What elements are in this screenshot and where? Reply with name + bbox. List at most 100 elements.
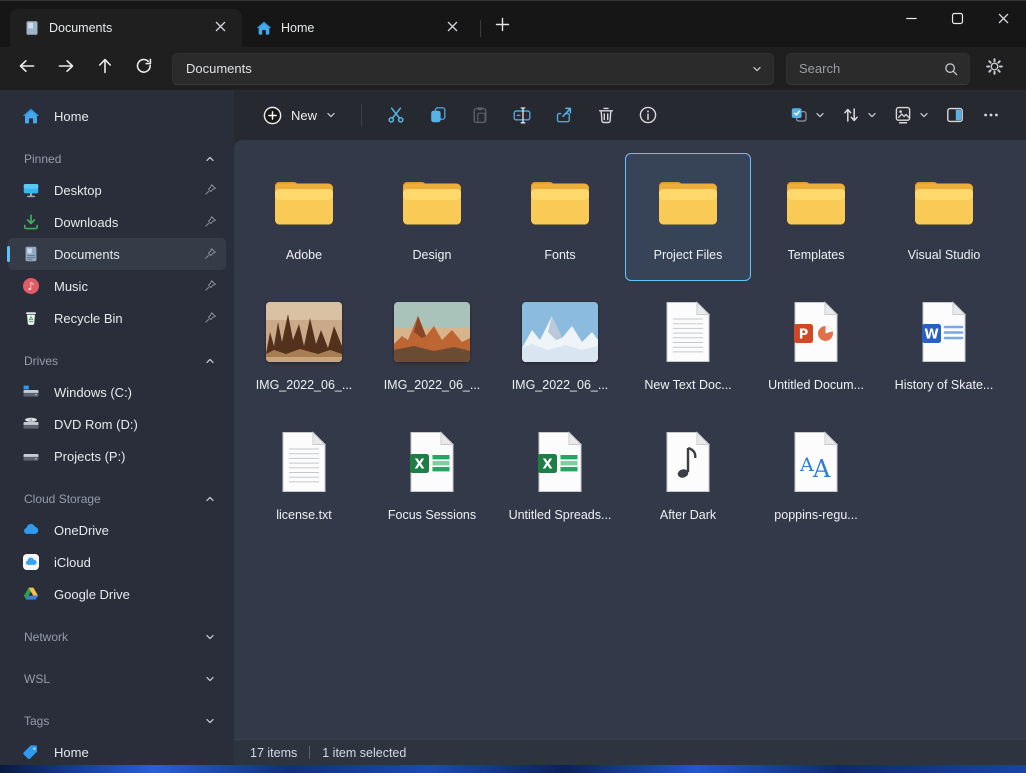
text-document-file-icon <box>662 294 714 370</box>
file-tile-license-txt[interactable]: license.txt <box>241 413 367 541</box>
sidebar-item-windows-c-[interactable]: Windows (C:) <box>8 376 226 408</box>
selection-count: 1 item selected <box>322 746 406 760</box>
up-button[interactable] <box>86 52 123 86</box>
pin-icon[interactable] <box>204 247 218 261</box>
file-tile-untitled-spreads[interactable]: X Untitled Spreads... <box>497 413 623 541</box>
delete-button[interactable] <box>586 97 626 133</box>
window-controls <box>888 1 1026 41</box>
pin-icon[interactable] <box>204 215 218 229</box>
pin-icon[interactable] <box>204 279 218 293</box>
sidebar-item-documents[interactable]: Documents <box>8 238 226 270</box>
sidebar-item-dvd-rom-d-[interactable]: DVD Rom (D:) <box>8 408 226 440</box>
file-tile-templates[interactable]: Templates <box>753 153 879 281</box>
maximize-icon <box>951 12 964 30</box>
folder-icon <box>911 164 977 240</box>
drive-dvd-icon <box>22 415 40 433</box>
sidebar-item-desktop[interactable]: Desktop <box>8 174 226 206</box>
chevron-down-icon[interactable] <box>751 63 763 75</box>
new-button[interactable]: New <box>252 99 347 132</box>
new-icon <box>262 105 283 126</box>
more-button[interactable] <box>974 97 1008 133</box>
view-button[interactable] <box>886 97 936 133</box>
file-tile-design[interactable]: Design <box>369 153 495 281</box>
svg-text:X: X <box>542 458 552 473</box>
sidebar-section-pinned[interactable]: Pinned <box>8 144 226 174</box>
file-tile-fonts[interactable]: Fonts <box>497 153 623 281</box>
sidebar-item-icloud[interactable]: iCloud <box>8 546 226 578</box>
file-name: IMG_2022_06_... <box>512 378 609 392</box>
address-bar[interactable]: Documents <box>172 53 774 85</box>
refresh-button[interactable] <box>125 52 162 86</box>
file-tile-focus-sessions[interactable]: XFocus Sessions <box>369 413 495 541</box>
share-button[interactable] <box>544 97 584 133</box>
file-tile-project-files[interactable]: Project Files <box>625 153 751 281</box>
tab-close-button[interactable] <box>440 16 464 40</box>
file-tile-new-text-doc[interactable]: New Text Doc... <box>625 283 751 411</box>
sidebar-item-music[interactable]: ♪Music <box>8 270 226 302</box>
up-icon <box>95 56 115 81</box>
forward-button[interactable] <box>47 52 84 86</box>
close-icon <box>214 20 227 36</box>
sidebar-item-google-drive[interactable]: Google Drive <box>8 578 226 610</box>
rename-button[interactable] <box>502 97 542 133</box>
tag-icon <box>22 743 40 761</box>
file-tile-history-of-skate[interactable]: WHistory of Skate... <box>881 283 1007 411</box>
sidebar-section-tags[interactable]: Tags <box>8 706 226 736</box>
maximize-button[interactable] <box>934 1 980 41</box>
sidebar-section-drives[interactable]: Drives <box>8 346 226 376</box>
svg-text:♪: ♪ <box>27 280 34 293</box>
sidebar-item-projects-p-[interactable]: Projects (P:) <box>8 440 226 472</box>
paste-button[interactable] <box>460 97 500 133</box>
search-input[interactable]: Search <box>786 53 970 85</box>
command-toolbar: New <box>234 90 1026 140</box>
new-tab-button[interactable] <box>487 13 517 41</box>
file-tile-visual-studio[interactable]: Visual Studio <box>881 153 1007 281</box>
sidebar-item-downloads[interactable]: Downloads <box>8 206 226 238</box>
chevron-down-icon <box>866 109 878 121</box>
back-icon <box>17 56 37 81</box>
music-icon: ♪ <box>22 277 40 295</box>
pin-icon[interactable] <box>204 311 218 325</box>
sidebar-item-recycle-bin[interactable]: Recycle Bin <box>8 302 226 334</box>
tab-documents[interactable]: Documents <box>10 9 242 47</box>
sidebar-section-cloud-storage[interactable]: Cloud Storage <box>8 484 226 514</box>
cut-button[interactable] <box>376 97 416 133</box>
sort-button[interactable] <box>834 97 884 133</box>
chevron-up-icon <box>204 153 216 165</box>
file-tile-untitled-docum[interactable]: PUntitled Docum... <box>753 283 879 411</box>
tab-home[interactable]: Home <box>242 9 474 47</box>
minimize-button[interactable] <box>888 1 934 41</box>
sidebar-item-onedrive[interactable]: OneDrive <box>8 514 226 546</box>
back-button[interactable] <box>8 52 45 86</box>
icloud-icon <box>22 553 40 571</box>
share-icon <box>554 105 574 125</box>
main-area: Home PinnedDesktopDownloadsDocuments♪Musi… <box>0 90 1026 765</box>
select-button[interactable] <box>782 97 832 133</box>
navigation-bar: Documents Search <box>0 47 1026 90</box>
svg-text:X: X <box>414 458 424 473</box>
chevron-down-icon <box>204 673 216 685</box>
panel-button[interactable] <box>938 97 972 133</box>
file-name: Untitled Spreads... <box>509 508 612 522</box>
sidebar-tag-home[interactable]: Home <box>8 736 226 765</box>
file-tile-adobe[interactable]: Adobe <box>241 153 367 281</box>
file-tile-after-dark[interactable]: After Dark <box>625 413 751 541</box>
sidebar-item-home[interactable]: Home <box>8 100 226 132</box>
info-button[interactable] <box>628 97 668 133</box>
chevron-down-icon <box>325 109 337 121</box>
sidebar-section-wsl[interactable]: WSL <box>8 664 226 694</box>
file-name: Visual Studio <box>908 248 981 262</box>
pin-icon[interactable] <box>204 183 218 197</box>
file-name: license.txt <box>276 508 332 522</box>
file-tile-img-2022-06[interactable]: IMG_2022_06_... <box>241 283 367 411</box>
close-button[interactable] <box>980 1 1026 41</box>
folder-icon <box>783 164 849 240</box>
sidebar-section-network[interactable]: Network <box>8 622 226 652</box>
file-tile-poppins-regu[interactable]: AApoppins-regu... <box>753 413 879 541</box>
copy-button[interactable] <box>418 97 458 133</box>
file-tile-img-2022-06[interactable]: IMG_2022_06_... <box>497 283 623 411</box>
tab-close-button[interactable] <box>208 16 232 40</box>
settings-button[interactable] <box>976 52 1012 86</box>
view-icon <box>886 97 920 133</box>
file-tile-img-2022-06[interactable]: IMG_2022_06_... <box>369 283 495 411</box>
